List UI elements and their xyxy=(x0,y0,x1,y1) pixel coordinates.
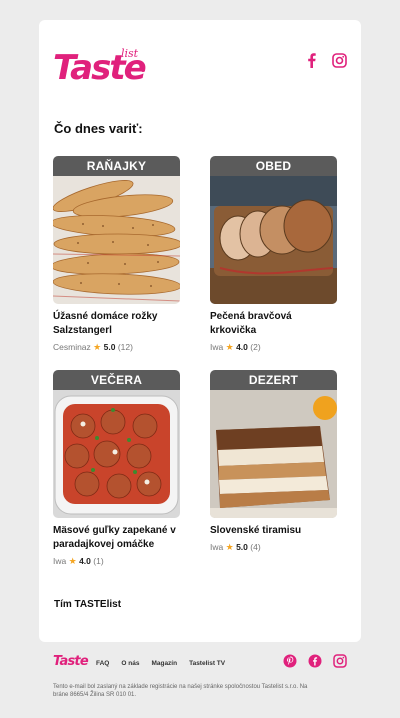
recipe-title[interactable]: Mäsové guľky zapekané v paradajkovej omá… xyxy=(53,524,180,552)
category-tag: VEČERA xyxy=(53,370,180,390)
recipe-photo[interactable] xyxy=(53,390,180,518)
recipe-rating: 5.0 xyxy=(103,342,116,352)
recipe-author: Iwa xyxy=(210,342,224,352)
recipe-author: Iwa xyxy=(210,542,224,552)
pinterest-icon[interactable] xyxy=(282,653,298,669)
recipe-author: Cesminaz xyxy=(53,342,91,352)
facebook-icon[interactable] xyxy=(303,52,319,68)
header-social-links xyxy=(303,52,347,68)
email-card: Taste list Čo dnes variť: RAŇAJKY Úžasné… xyxy=(39,20,361,642)
star-icon: ★ xyxy=(225,342,234,352)
logo-dot xyxy=(141,68,145,72)
tastelist-logo[interactable]: Taste list xyxy=(53,47,147,88)
recipe-meta: Iwa ★ 5.0 (4) xyxy=(210,541,337,553)
recipe-rating: 5.0 xyxy=(236,542,248,552)
section-heading: Čo dnes variť: xyxy=(54,121,143,136)
category-tag: RAŇAJKY xyxy=(53,156,180,176)
star-icon: ★ xyxy=(68,556,77,566)
footer-link-tv[interactable]: Tastelist TV xyxy=(189,660,225,667)
recipe-photo[interactable] xyxy=(210,390,337,518)
instagram-icon[interactable] xyxy=(331,52,347,68)
footer-legal-note: Tento e-mail bol zaslaný na základe regi… xyxy=(53,684,308,698)
recipe-card-dinner[interactable]: VEČERA Mäsové guľky zapekané v paradajko… xyxy=(53,370,180,567)
facebook-icon[interactable] xyxy=(307,653,323,669)
recipe-meta: Cesminaz ★ 5.0 (12) xyxy=(53,341,180,353)
recipe-rating-count: (2) xyxy=(250,342,261,352)
star-icon: ★ xyxy=(225,542,234,552)
recipe-rating-count: (4) xyxy=(250,542,261,552)
footer-link-about[interactable]: O nás xyxy=(121,660,139,667)
recipe-card-dessert[interactable]: DEZERT Slovenské tiramisu Iwa ★ 5.0 (4) xyxy=(210,370,337,553)
footer-link-faq[interactable]: FAQ xyxy=(96,660,109,667)
footer-nav: FAQ O nás Magazín Tastelist TV xyxy=(96,660,225,667)
recipe-card-lunch[interactable]: OBED Pečená bravčová krkovička Iwa ★ 4.0 xyxy=(210,156,337,353)
footer-link-magazine[interactable]: Magazín xyxy=(151,660,177,667)
recipe-author: Iwa xyxy=(53,556,67,566)
logo-sub: list xyxy=(121,47,139,60)
recipe-meta: Iwa ★ 4.0 (2) xyxy=(210,341,337,353)
recipe-photo[interactable] xyxy=(210,176,337,304)
recipe-meta: Iwa ★ 4.0 (1) xyxy=(53,555,180,567)
footer-social-links xyxy=(282,653,348,669)
recipe-rating-count: (1) xyxy=(93,556,104,566)
signoff-text: Tím TASTElist xyxy=(54,599,122,610)
star-icon: ★ xyxy=(93,342,102,352)
recipe-title[interactable]: Pečená bravčová krkovička xyxy=(210,310,337,338)
instagram-icon[interactable] xyxy=(332,653,348,669)
recipe-title[interactable]: Slovenské tiramisu xyxy=(210,524,337,538)
category-tag: OBED xyxy=(210,156,337,176)
recipe-card-breakfast[interactable]: RAŇAJKY Úžasné domáce rožky Salzstangerl… xyxy=(53,156,180,353)
recipe-title[interactable]: Úžasné domáce rožky Salzstangerl xyxy=(53,310,180,338)
recipe-rating: 4.0 xyxy=(79,556,91,566)
recipe-rating-count: (12) xyxy=(117,342,133,352)
recipe-rating: 4.0 xyxy=(236,342,248,352)
category-tag: DEZERT xyxy=(210,370,337,390)
recipe-photo[interactable] xyxy=(53,176,180,304)
footer-logo[interactable]: Taste xyxy=(53,654,89,669)
